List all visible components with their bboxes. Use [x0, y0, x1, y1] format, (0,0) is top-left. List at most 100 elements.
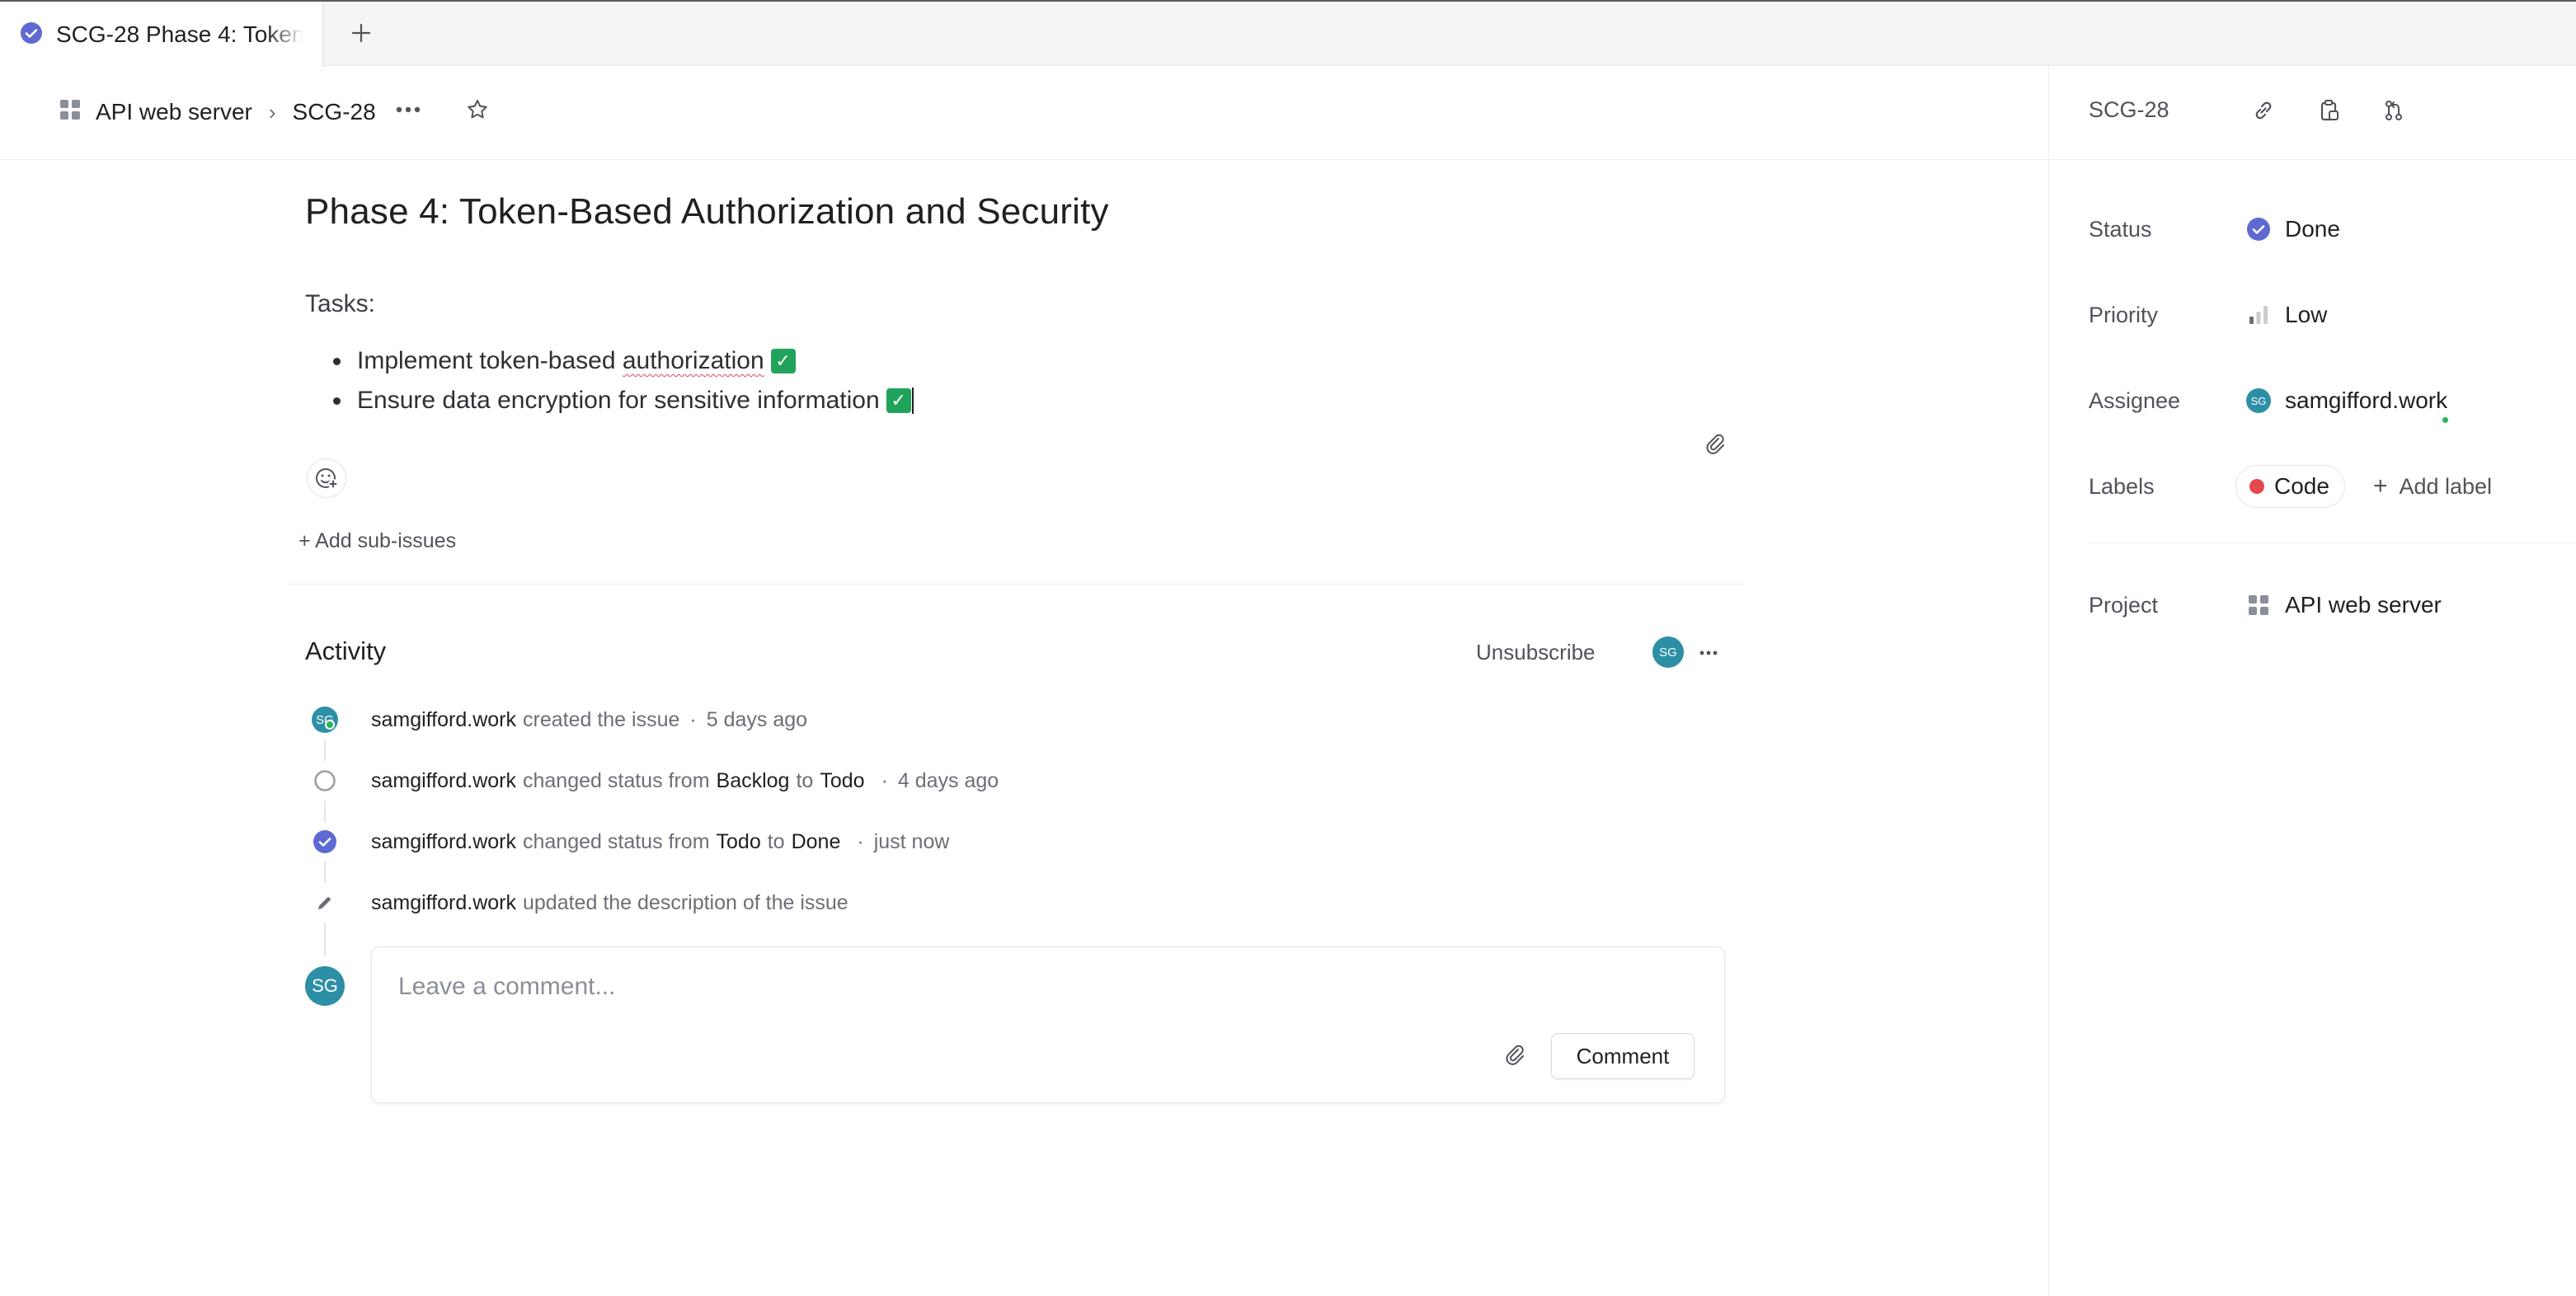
paperclip-icon: [1506, 1045, 1524, 1065]
done-status-icon: [20, 21, 43, 49]
event-time[interactable]: 5 days ago: [707, 708, 807, 732]
activity-event: samgifford.work changed status from Todo…: [305, 821, 949, 862]
attach-file-button[interactable]: [1700, 429, 1730, 458]
issue-title[interactable]: Phase 4: Token-Based Authorization and S…: [305, 191, 1109, 232]
label-chip-code[interactable]: Code: [2235, 465, 2345, 508]
comment-input[interactable]: [398, 969, 1635, 1005]
event-actor[interactable]: samgifford.work: [371, 708, 516, 732]
event-actor[interactable]: samgifford.work: [371, 830, 516, 854]
event-to-status: Done: [791, 829, 841, 853]
breadcrumb-project-label: API web server: [96, 99, 252, 124]
clipboard-icon: [2320, 100, 2339, 121]
status-value: Done: [2285, 216, 2340, 242]
add-label-text: Add label: [2399, 473, 2493, 499]
event-text: created the issue: [523, 707, 680, 731]
label-chip-text: Code: [2274, 473, 2329, 499]
project-grid-icon: [59, 99, 81, 126]
divider: [289, 584, 1743, 585]
assignee-avatar-wrap: SG: [2245, 387, 2451, 425]
avatar[interactable]: SG: [312, 707, 338, 733]
task-item[interactable]: Ensure data encryption for sensitive inf…: [333, 381, 914, 420]
event-avatar-wrap: SG: [305, 700, 345, 740]
backlog-status-icon: [305, 761, 345, 801]
copy-id-button[interactable]: [2313, 94, 2346, 127]
task-item[interactable]: Implement token-based authorization ✓: [333, 341, 914, 381]
divider: [2089, 542, 2576, 543]
event-from-status: Backlog: [716, 768, 790, 792]
priority-value-button[interactable]: Low: [2245, 302, 2327, 328]
favorite-button[interactable]: [463, 96, 491, 124]
more-options-button[interactable]: [394, 96, 422, 124]
property-labels: Labels Code + Add label: [2089, 465, 2492, 508]
task-text: Ensure data encryption for sensitive inf…: [357, 387, 880, 414]
add-sub-issues-button[interactable]: + Add sub-issues: [298, 529, 456, 553]
event-actor[interactable]: samgifford.work: [371, 769, 516, 793]
assignee-value-button[interactable]: SG samgifford.work: [2245, 387, 2451, 425]
copy-branch-button[interactable]: [2377, 94, 2410, 127]
task-text: Implement token-based: [357, 347, 623, 374]
comment-submit-button[interactable]: Comment: [1551, 1033, 1695, 1079]
link-icon: [2255, 101, 2272, 120]
event-to-status: Todo: [820, 768, 865, 792]
project-value-button[interactable]: API web server: [2245, 592, 2442, 618]
online-indicator: [325, 720, 335, 730]
star-icon: [468, 100, 487, 119]
text-cursor: [911, 387, 914, 414]
event-to-word: to: [796, 768, 814, 792]
status-label: Status: [2089, 216, 2152, 242]
description-heading[interactable]: Tasks:: [305, 290, 375, 318]
emoji-add-icon: [316, 468, 338, 489]
event-time[interactable]: just now: [874, 830, 950, 854]
comment-composer: Comment: [371, 946, 1725, 1103]
assignee-label: Assignee: [2089, 387, 2181, 413]
breadcrumb: API web server › SCG-28: [59, 96, 376, 129]
event-text: changed status from: [523, 768, 710, 792]
breadcrumb-issue-id[interactable]: SCG-28: [293, 99, 376, 125]
sidebar-issue-id[interactable]: SCG-28: [2089, 97, 2169, 123]
activity-more-button[interactable]: [1695, 641, 1722, 664]
issue-header: API web server › SCG-28: [0, 66, 2048, 160]
unsubscribe-button[interactable]: Unsubscribe: [1476, 640, 1596, 665]
event-separator: ·: [689, 707, 697, 731]
properties-header: SCG-28: [2049, 66, 2576, 160]
plus-icon: +: [2372, 472, 2388, 500]
event-actor[interactable]: samgifford.work: [371, 891, 516, 915]
activity-event: SG samgifford.work created the issue · 5…: [305, 699, 807, 740]
ellipsis-icon: [396, 106, 421, 113]
property-project: Project API web server: [2089, 584, 2442, 627]
new-tab-button[interactable]: [345, 16, 378, 49]
event-time[interactable]: 4 days ago: [898, 769, 999, 793]
priority-low-icon: [2245, 302, 2272, 328]
issue-properties-panel: SCG-28 Status Done Priority Low Assignee…: [2048, 66, 2576, 1296]
status-value-button[interactable]: Done: [2245, 216, 2340, 242]
assignee-value: samgifford.work: [2285, 387, 2448, 413]
paperclip-icon: [1706, 434, 1724, 454]
event-separator: ·: [857, 829, 864, 853]
event-separator: ·: [881, 768, 888, 792]
done-status-icon: [2245, 216, 2272, 242]
subscriber-avatar[interactable]: SG: [1652, 636, 1684, 668]
add-label-button[interactable]: + Add label: [2373, 472, 2492, 500]
activity-heading: Activity: [305, 636, 387, 665]
project-label: Project: [2089, 592, 2159, 617]
comment-attach-button[interactable]: [1500, 1040, 1530, 1069]
project-grid-icon: [2245, 592, 2272, 618]
add-reaction-button[interactable]: [307, 458, 346, 498]
event-text: updated the description of the issue: [523, 890, 848, 914]
task-list[interactable]: Implement token-based authorization ✓ En…: [333, 341, 914, 420]
copy-link-button[interactable]: [2247, 94, 2280, 127]
tab-strip: SCG-28 Phase 4: Token-Based Authorizatio…: [0, 0, 2576, 68]
check-mark-icon: ✓: [886, 388, 911, 413]
activity-event: samgifford.work updated the description …: [305, 882, 848, 923]
git-branch-icon: [2386, 101, 2402, 120]
tab-issue[interactable]: SCG-28 Phase 4: Token-Based Authorizatio…: [0, 2, 323, 68]
event-text: changed status from: [523, 829, 710, 853]
tab-title: SCG-28 Phase 4: Token-Based Authorizatio…: [56, 21, 303, 47]
property-priority: Priority Low: [2089, 293, 2327, 336]
breadcrumb-project[interactable]: API web server: [59, 99, 252, 126]
breadcrumb-separator: ›: [268, 99, 276, 124]
online-indicator: [2441, 416, 2451, 425]
check-mark-icon: ✓: [770, 349, 796, 373]
project-value: API web server: [2285, 592, 2442, 617]
misspelled-word: authorization: [622, 347, 764, 374]
